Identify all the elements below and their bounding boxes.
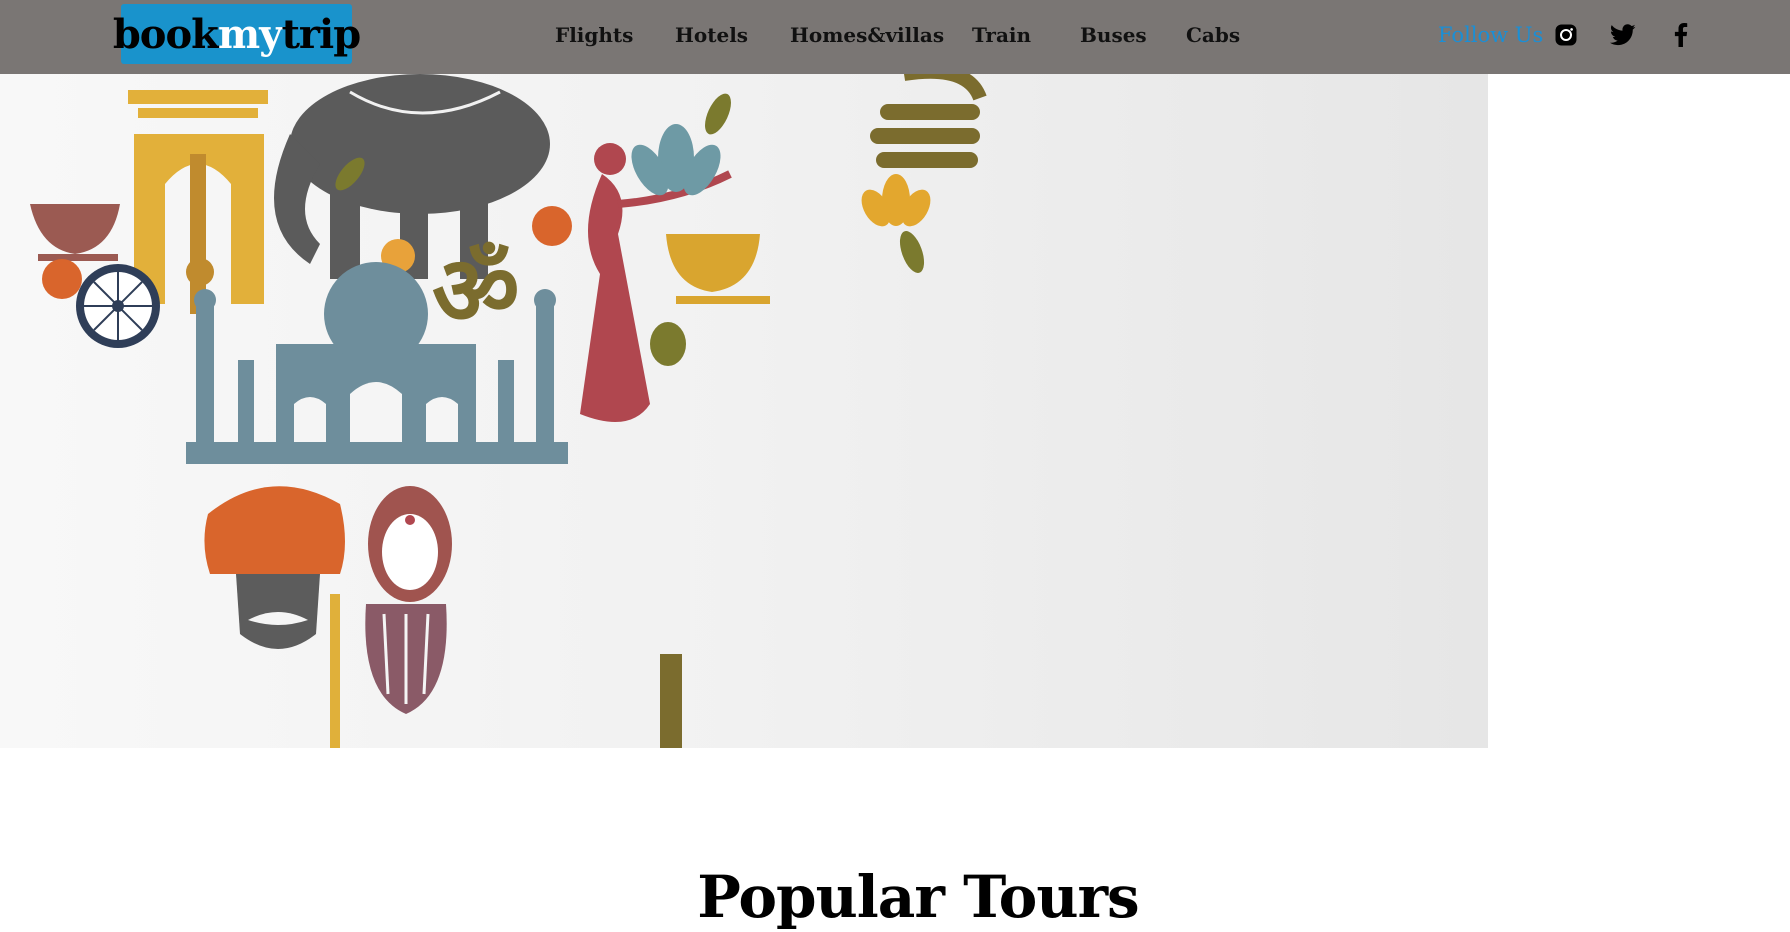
logo-text-book: book [112, 10, 219, 58]
twitter-icon[interactable] [1608, 20, 1638, 50]
follow-us-label: Follow Us [1438, 23, 1544, 47]
nav-link-homes-villas[interactable]: Homes&villas [790, 21, 944, 49]
svg-text:ॐ: ॐ [432, 235, 520, 347]
popular-tours-heading: Popular Tours [697, 863, 1139, 932]
nav-link-hotels[interactable]: Hotels [675, 21, 748, 49]
hero-india-word: N D I A [660, 654, 1065, 748]
nav-link-cabs[interactable]: Cabs [1186, 21, 1240, 49]
logo-text-my: my [217, 10, 283, 58]
facebook-icon[interactable] [1666, 20, 1696, 50]
hero-letter-i-bar [660, 654, 682, 748]
brand-logo[interactable]: book my trip [113, 4, 361, 64]
logo-text-trip: trip [281, 10, 361, 58]
india-culture-map-illustration: ॐ [30, 74, 987, 748]
top-navbar: book my trip Flights Hotels Homes&villas T… [0, 0, 1790, 74]
nav-link-buses[interactable]: Buses [1080, 21, 1147, 49]
nav-link-train[interactable]: Train [972, 21, 1031, 49]
nav-link-flights[interactable]: Flights [555, 21, 633, 49]
instagram-icon[interactable] [1551, 20, 1581, 50]
hero-banner: ॐ [0, 74, 1488, 748]
